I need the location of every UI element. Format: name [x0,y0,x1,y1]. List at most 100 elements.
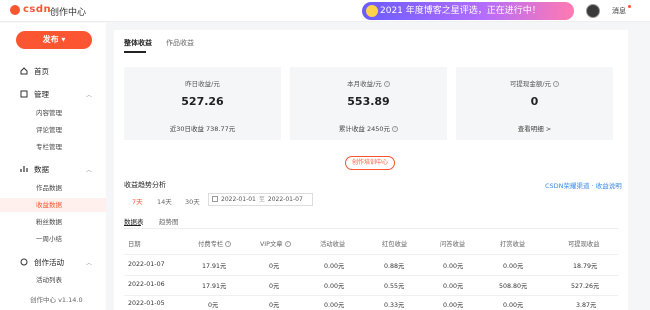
col-header-vip: VIP文章 ? [260,241,291,248]
cell-date: 2022-01-07 [128,261,165,268]
sidebar: 发布 ▾ 首页 管理 ︿ 内容管理 评论管理 专栏管理 数据 ︿ 作品数据 收益… [0,23,106,310]
cell-tips: 0.00元 [503,302,524,309]
main-panel: 整体收益 作品收益 昨日收益/元 527.26 近30日收益 738.77元 本… [114,30,628,310]
col-header-redpacket: 红包收益 [382,241,408,248]
col-header-qa: 问答收益 [440,241,466,248]
cell-vip: 0元 [269,283,280,290]
date-range-picker[interactable]: 2022-01-01 至 2022-01-07 [208,193,313,206]
help-icon[interactable]: ? [553,81,560,87]
col-header-paid-column: 付费专栏 ? [198,241,232,248]
card-label: 本月收益/元 ? [347,80,390,88]
notification-dot [628,5,631,8]
card-label: 可提现金额/元 ? [509,80,560,88]
card-label: 昨日收益/元 [185,80,220,88]
cell-tips: 0.00元 [503,263,524,270]
home-icon [20,67,28,75]
cell-vip: 0元 [269,263,280,270]
cell-qa: 0.00元 [443,263,464,270]
tab-overall-income[interactable]: 整体收益 [124,38,152,48]
activity-icon [20,258,28,266]
messages-link[interactable]: 消息 [612,6,626,16]
col-header-withdrawable: 可提现收益 [568,241,600,248]
sidebar-item-home[interactable]: 首页 [34,66,49,77]
subtab-underline [124,225,141,226]
sidebar-item-income-data[interactable]: 收益数据 [0,198,106,212]
trend-title: 收益趋势分析 [124,181,166,189]
col-header-activity: 活动收益 [320,241,346,248]
cell-vip: 0元 [269,302,280,309]
cell-date: 2022-01-05 [128,300,165,307]
subtab-trend-chart[interactable]: 趋势图 [159,216,179,226]
promo-banner[interactable]: 2021 年度博客之星评选，正在进行中！ [362,2,574,20]
cell-activity: 0.00元 [324,302,345,309]
cell-withdrawable: 527.26元 [571,283,600,290]
withdrawable-card: 可提现金额/元 ? 0 查看明细 > [456,67,613,140]
csdn-logo-icon [10,4,20,15]
yesterday-income-card: 昨日收益/元 527.26 近30日收益 738.77元 [124,67,281,140]
card-value: 553.89 [347,95,390,108]
cell-qa: 0.00元 [443,283,464,290]
date-start: 2022-01-01 [221,196,256,203]
help-icon[interactable]: ? [225,241,232,247]
top-bar: csdn 创作中心 2021 年度博客之星评选，正在进行中！ 消息 [0,0,650,22]
tab-works-income[interactable]: 作品收益 [166,38,194,48]
sidebar-group-activities[interactable]: 创作活动 [34,257,64,268]
sidebar-item-works-data[interactable]: 作品数据 [0,181,106,195]
help-icon[interactable]: ? [392,126,399,132]
chart-icon [20,166,28,172]
csdn-logo[interactable]: csdn [10,4,51,15]
card-value: 0 [530,95,539,108]
calendar-icon [212,196,218,202]
sidebar-item-content[interactable]: 内容管理 [0,106,106,120]
publish-button[interactable]: 发布 ▾ [16,31,92,49]
row-divider [124,295,618,296]
date-end: 2022-01-07 [267,196,303,203]
help-icon[interactable]: ? [383,81,390,87]
cell-activity: 0.00元 [324,283,345,290]
chevron-up-icon[interactable]: ︿ [86,90,92,99]
cell-activity: 0.00元 [324,263,345,270]
cell-withdrawable: 18.79元 [573,263,598,270]
manage-icon [20,90,28,98]
help-icon[interactable]: ? [284,241,291,247]
sidebar-group-data[interactable]: 数据 [34,164,49,175]
page-title: 创作中心 [50,8,87,18]
range-30-days[interactable]: 30天 [185,196,200,206]
row-divider [124,254,618,255]
cell-qa: 0.00元 [443,302,464,309]
cell-redpacket: 0.55元 [384,283,405,290]
card-value: 527.26 [181,95,224,108]
cell-paid: 17.91元 [202,263,227,270]
tab-underline [124,51,146,53]
cell-paid: 0元 [208,302,219,309]
sidebar-item-fans-data[interactable]: 粉丝数据 [0,215,106,229]
chevron-up-icon[interactable]: ︿ [86,258,92,267]
version-label: 创作中心 v1.14.0 [30,296,83,304]
month-income-card: 本月收益/元 ? 553.89 累计收益 2450元 ? [290,67,447,140]
sidebar-item-columns[interactable]: 专栏管理 [0,140,106,154]
row-divider [124,275,618,276]
range-14-days[interactable]: 14天 [157,196,172,206]
col-header-tips: 打赏收益 [500,241,526,248]
sidebar-item-comments[interactable]: 评论管理 [0,123,106,137]
cell-date: 2022-01-06 [128,281,165,288]
income-help-links[interactable]: CSDN荣耀渠道 · 收益说明 [545,180,622,190]
sidebar-item-weekly[interactable]: 一周小结 [0,232,106,246]
banner-text: 2021 年度博客之星评选，正在进行中！ [380,6,541,16]
cell-tips: 508.80元 [499,283,528,290]
cell-withdrawable: 3.87元 [576,302,597,309]
cell-redpacket: 0.88元 [384,263,405,270]
chevron-up-icon[interactable]: ︿ [86,165,92,174]
training-center-button[interactable]: 创作培训中心 [345,156,395,170]
view-details-link[interactable]: 查看明细 > [456,123,613,133]
cell-paid: 17.91元 [202,283,227,290]
logo-text: csdn [23,4,52,15]
avatar[interactable] [586,4,600,18]
card-sub: 累计收益 2450元 ? [338,125,399,133]
range-7-days[interactable]: 7天 [132,196,143,206]
sidebar-item-activity-list[interactable]: 活动列表 [0,273,106,287]
date-separator: 至 [258,196,265,203]
sidebar-group-manage[interactable]: 管理 [34,89,49,100]
col-header-date: 日期 [128,241,141,248]
table-divider [124,228,618,229]
